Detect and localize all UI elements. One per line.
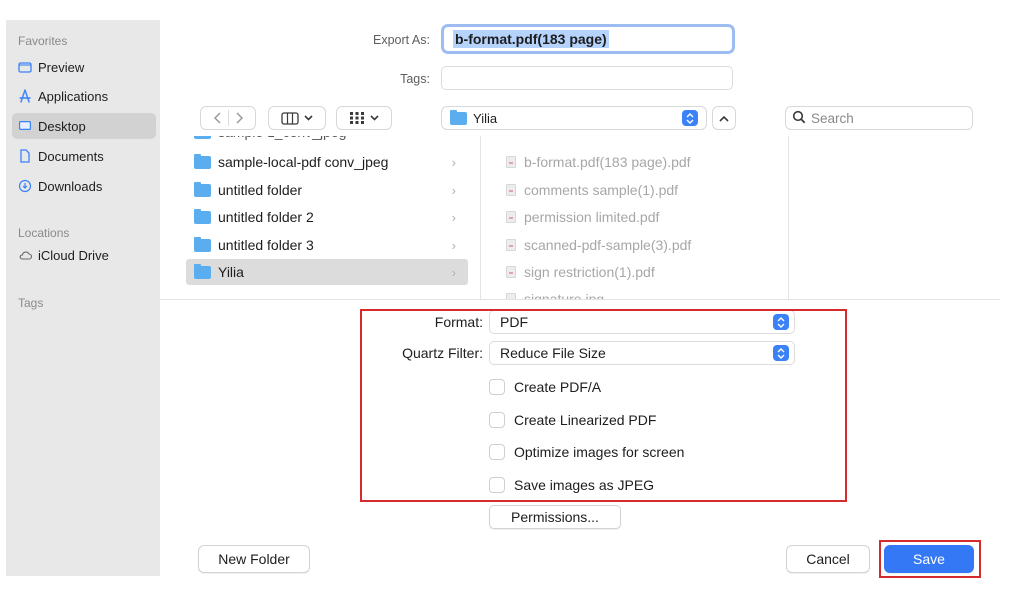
sidebar-item-label: Documents [38,148,104,164]
chevron-right-icon[interactable] [234,112,244,124]
export-as-value: b-format.pdf(183 page) [453,30,609,48]
format-select[interactable]: PDF [489,310,795,334]
section-divider [160,299,1000,300]
sidebar-section-tags: Tags [18,296,44,310]
pdf-file-icon [506,184,516,196]
stepper-icon [682,110,698,126]
format-value: PDF [500,314,528,330]
list-item[interactable]: scanned-pdf-sample(3).pdf [506,232,691,258]
chevron-right-icon: › [451,182,456,198]
sidebar-item-preview[interactable]: Preview [12,54,156,80]
sidebar-section-locations: Locations [18,226,70,240]
sidebar-item-label: Desktop [38,118,86,134]
checkbox[interactable] [489,444,505,460]
pdf-file-icon [506,156,516,168]
tags-label: Tags: [400,72,430,86]
permissions-button[interactable]: Permissions... [489,505,621,529]
checkbox[interactable] [489,379,505,395]
checkbox[interactable] [489,477,505,493]
location-label: Yilia [473,110,498,126]
chevron-left-icon[interactable] [213,112,223,124]
chevron-right-icon: › [451,237,456,253]
create-pdfa-checkbox[interactable]: Create PDF/A [489,376,601,398]
folder-icon [450,109,467,125]
pdf-file-icon [506,211,516,223]
list-item[interactable]: permission limited.pdf [506,204,659,230]
list-item[interactable]: untitled folder › [186,177,468,203]
quartz-filter-select[interactable]: Reduce File Size [489,341,795,365]
chevron-down-icon [370,115,379,121]
chevron-right-icon: › [451,154,456,170]
folder-icon [194,136,211,139]
save-button[interactable]: Save [884,545,974,573]
group-by-button[interactable] [336,106,392,130]
sidebar-item-desktop[interactable]: Desktop [12,113,156,139]
create-linearized-pdf-checkbox[interactable]: Create Linearized PDF [489,409,656,431]
sidebar-section-favorites: Favorites [18,34,68,48]
cancel-button[interactable]: Cancel [786,545,870,573]
search-icon [792,110,806,127]
folder-icon [194,208,211,224]
folder-icon [194,236,211,252]
stepper-icon [773,345,789,361]
list-item[interactable]: b-format.pdf(183 page).pdf [506,149,691,175]
pdf-file-icon [506,266,516,278]
sidebar-item-label: Preview [38,59,85,75]
sidebar-item-documents[interactable]: Documents [12,143,156,169]
list-item[interactable]: untitled folder 3 › [186,232,468,258]
back-forward-control[interactable] [200,106,256,130]
chevron-right-icon: › [451,209,456,225]
chevron-up-icon [719,109,729,127]
chevron-right-icon: › [451,264,456,280]
list-item[interactable]: signature.jpg [506,286,604,300]
grid-icon [349,111,365,125]
cloud-icon [18,248,32,262]
sidebar-item-label: Applications [38,88,109,104]
column-divider[interactable] [480,136,481,300]
quartz-filter-label: Quartz Filter: [402,345,483,361]
desktop-icon [18,119,32,133]
sidebar-item-label: Downloads [38,178,103,194]
folder-icon [194,181,211,197]
stepper-icon [773,314,789,330]
view-mode-button[interactable] [268,106,326,130]
download-icon [18,179,32,193]
location-popup[interactable]: Yilia [441,106,707,130]
sidebar-item-applications[interactable]: Applications [12,83,156,109]
format-label: Format: [434,314,483,330]
applications-icon [18,89,32,103]
pdf-file-icon [506,239,516,251]
list-item[interactable]: sample-local-pdf conv_jpeg › [186,149,468,175]
list-item[interactable]: sign restriction(1).pdf [506,259,655,285]
new-folder-button[interactable]: New Folder [198,545,310,573]
folder-icon [18,60,32,74]
chevron-down-icon [304,115,313,121]
collapse-button[interactable] [712,106,736,130]
save-images-jpeg-checkbox[interactable]: Save images as JPEG [489,474,654,496]
optimize-images-checkbox[interactable]: Optimize images for screen [489,441,684,463]
list-item[interactable]: sample-z_conv_jpeg [186,136,468,145]
sidebar-item-label: iCloud Drive [38,247,109,263]
quartz-filter-value: Reduce File Size [500,345,606,361]
column-divider[interactable] [788,136,789,300]
tags-field[interactable] [441,66,733,90]
search-placeholder: Search [811,110,854,126]
list-item[interactable]: untitled folder 2 › [186,204,468,230]
sidebar-item-icloud-drive[interactable]: iCloud Drive [12,242,156,268]
document-icon [18,149,32,163]
file-browser: sample-z_conv_jpeg sample-local-pdf conv… [160,136,1000,300]
folder-icon [194,263,211,279]
folder-column: sample-z_conv_jpeg sample-local-pdf conv… [186,136,468,300]
folder-icon [194,153,211,169]
search-input[interactable]: Search [785,106,973,130]
checkbox[interactable] [489,412,505,428]
columns-view-icon [281,111,299,125]
list-item[interactable]: comments sample(1).pdf [506,177,678,203]
sidebar: Favorites Preview Applications Desktop D… [6,20,160,576]
list-item-selected[interactable]: Yilia › [186,259,468,285]
export-as-label: Export As: [373,33,430,47]
sidebar-item-downloads[interactable]: Downloads [12,173,156,199]
export-as-field[interactable]: b-format.pdf(183 page) [441,24,735,54]
